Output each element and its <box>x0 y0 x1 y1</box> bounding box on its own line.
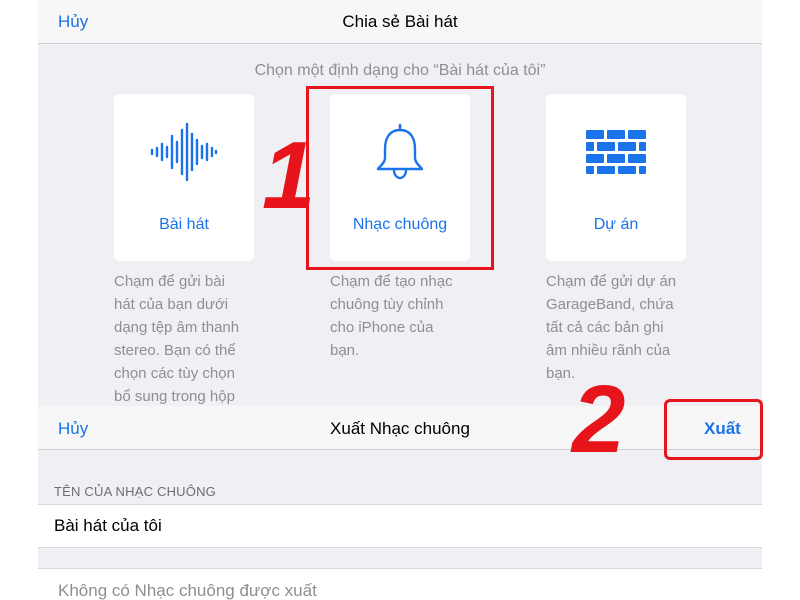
ringtone-name-value: Bài hát của tôi <box>54 516 162 535</box>
brick-wall-icon <box>586 129 646 179</box>
step2-number: 2 <box>572 366 626 473</box>
waveform-icon <box>149 122 219 187</box>
step2-highlight-box <box>664 399 763 460</box>
project-format-label: Dự án <box>593 216 639 233</box>
ringtone-format-description: Chạm để tạo nhạc chuông tùy chỉnh cho iP… <box>330 273 453 359</box>
export-status-row: Không có Nhạc chuông được xuất <box>38 568 762 600</box>
export-status-text: Không có Nhạc chuông được xuất <box>58 581 317 600</box>
share-title: Chia sẻ Bài hát <box>342 12 458 31</box>
song-format-description: Chạm để gửi bài hát của bạn dưới dạng tệ… <box>114 273 240 405</box>
left-margin <box>0 0 38 600</box>
project-format-card[interactable]: Dự án <box>546 94 686 261</box>
step1-highlight-box <box>306 86 494 270</box>
export-title: Xuất Nhạc chuông <box>330 419 470 438</box>
right-margin <box>762 0 800 600</box>
ringtone-name-field[interactable]: Bài hát của tôi <box>38 504 762 548</box>
ringtone-name-section-header: TÊN CỦA NHẠC CHUÔNG <box>54 484 216 499</box>
song-format-label: Bài hát <box>159 216 209 233</box>
export-ringtone-sheet: Hủy Xuất Nhạc chuông Xuất TÊN CỦA NHẠC C… <box>38 406 762 600</box>
song-format-card[interactable]: Bài hát <box>114 94 254 261</box>
step1-number: 1 <box>262 122 316 229</box>
export-nav-bar: Hủy Xuất Nhạc chuông Xuất <box>38 406 762 450</box>
share-nav-bar: Hủy Chia sẻ Bài hát <box>38 0 762 44</box>
format-prompt: Chọn một định dạng cho “Bài hát của tôi” <box>254 62 546 79</box>
